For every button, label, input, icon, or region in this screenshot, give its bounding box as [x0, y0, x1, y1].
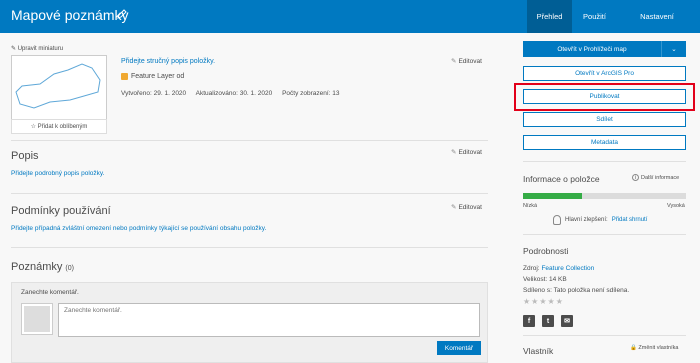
- open-arcgis-pro-button[interactable]: Otevřít v ArcGIS Pro: [523, 66, 686, 81]
- pencil-icon: ✎: [451, 204, 457, 211]
- comments-title: Poznámky (0): [11, 261, 74, 273]
- more-info-link[interactable]: i Další informace: [632, 174, 679, 181]
- pencil-icon: ✎: [11, 46, 18, 52]
- progress-high-label: Vysoká: [667, 203, 685, 209]
- description-title: Popis: [11, 150, 39, 162]
- info-icon: i: [632, 174, 639, 181]
- email-icon[interactable]: ✉: [561, 315, 573, 327]
- details-source: Zdroj: Feature Collection: [523, 265, 595, 272]
- item-type: Feature Layer od: [121, 73, 184, 80]
- item-summary[interactable]: Přidejte stručný popis položky.: [121, 58, 215, 65]
- divider: [523, 234, 686, 235]
- source-link[interactable]: Feature Collection: [541, 265, 594, 272]
- details-size: Velikost: 14 KB: [523, 276, 567, 283]
- star-icon: ☆: [30, 124, 38, 130]
- divider: [11, 193, 488, 194]
- progress-low-label: Nízká: [523, 203, 538, 209]
- lightbulb-icon: [553, 215, 561, 225]
- feature-layer-icon: [121, 73, 128, 80]
- twitter-icon[interactable]: t: [542, 315, 554, 327]
- details-shared: Sdíleno s: Tato položka není sdílena.: [523, 287, 630, 294]
- map-thumbnail-shape: [15, 63, 101, 109]
- metadata-button[interactable]: Metadata: [523, 135, 686, 150]
- avatar: [21, 303, 53, 335]
- updated-date: Aktualizováno: 30. 1. 2020: [195, 90, 273, 97]
- app-header: Mapové poznámky Přehled Použití Nastaven…: [0, 0, 700, 33]
- divider: [523, 161, 686, 162]
- open-map-viewer-button[interactable]: Otevřít v Prohlížeči map ⌄: [523, 41, 686, 57]
- rating-stars[interactable]: ★★★★★: [523, 297, 564, 306]
- terms-title: Podmínky používání: [11, 205, 111, 217]
- facebook-icon[interactable]: f: [523, 315, 535, 327]
- divider: [523, 335, 686, 336]
- pencil-icon: ✎: [451, 58, 457, 65]
- add-summary-link[interactable]: Přidat shrnutí: [612, 217, 648, 223]
- tab-overview[interactable]: Přehled: [527, 0, 572, 33]
- tab-settings[interactable]: Nastavení: [627, 0, 687, 33]
- edit-terms-button[interactable]: ✎ Editovat: [451, 203, 482, 211]
- pencil-icon: ✎: [451, 149, 457, 156]
- edit-thumbnail-link[interactable]: ✎ Upravit miniaturu: [11, 45, 63, 52]
- edit-description-button[interactable]: ✎ Editovat: [451, 148, 482, 156]
- comment-input[interactable]: [58, 303, 480, 337]
- comments-box: Zanechte komentář. Komentář: [11, 282, 488, 363]
- change-owner-link[interactable]: 🔒 Změnit vlastníka: [630, 345, 678, 351]
- page-title: Mapové poznámky: [11, 7, 129, 23]
- description-text[interactable]: Přidejte podrobný popis položky.: [11, 170, 104, 177]
- item-info-progress: [523, 193, 686, 199]
- edit-summary-button[interactable]: ✎ Editovat: [451, 57, 482, 65]
- share-button[interactable]: Sdílet: [523, 112, 686, 127]
- improvement-tip: Hlavní zlepšení: Přidat shrnutí: [553, 215, 647, 225]
- add-favorite-button[interactable]: ☆ Přidat k oblíbeným: [11, 119, 107, 134]
- item-meta: Vytvořeno: 29. 1. 2020 Aktualizováno: 30…: [121, 90, 348, 97]
- tab-usage[interactable]: Použití: [572, 0, 617, 33]
- divider: [11, 140, 488, 141]
- view-count: Počty zobrazení: 13: [282, 90, 340, 97]
- item-info-title: Informace o položce: [523, 174, 600, 184]
- created-date: Vytvořeno: 29. 1. 2020: [121, 90, 187, 97]
- comments-count: (0): [65, 265, 74, 272]
- comment-submit-button[interactable]: Komentář: [437, 341, 481, 355]
- terms-text[interactable]: Přidejte případná zvláštní omezení nebo …: [11, 225, 266, 232]
- pencil-icon[interactable]: [117, 9, 127, 19]
- progress-fill: [523, 193, 582, 199]
- highlight-box: [514, 83, 695, 111]
- divider: [11, 247, 488, 248]
- details-title: Podrobnosti: [523, 246, 569, 256]
- comment-prompt: Zanechte komentář.: [21, 289, 79, 296]
- chevron-down-icon[interactable]: ⌄: [661, 41, 686, 57]
- owner-title: Vlastník: [523, 346, 554, 356]
